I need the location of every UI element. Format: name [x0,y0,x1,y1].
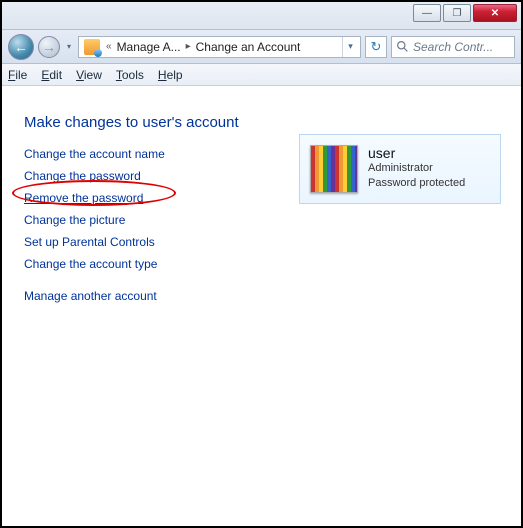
address-bar[interactable]: « Manage A... ▸ Change an Account ▾ [78,36,361,58]
search-icon [396,40,409,53]
menu-tools[interactable]: Tools [116,68,144,82]
refresh-button[interactable]: ↻ [365,36,387,58]
breadcrumb-sep: ▸ [183,41,194,52]
breadcrumb-segment-2[interactable]: Change an Account [194,40,303,54]
nav-history-dropdown[interactable]: ▾ [64,38,74,56]
navigation-bar: ← → ▾ « Manage A... ▸ Change an Account … [2,30,521,64]
account-column: user Administrator Password protected [299,114,505,311]
window-titlebar: — ❐ ✕ [2,2,521,30]
content-area: Make changes to user's account Change th… [2,86,521,327]
minimize-button[interactable]: — [413,4,441,22]
search-input[interactable]: Search Contr... [391,36,515,58]
page-title: Make changes to user's account [24,114,299,131]
account-name: user [368,145,465,161]
link-change-account-type[interactable]: Change the account type [24,257,299,271]
address-dropdown[interactable]: ▾ [342,37,358,57]
close-button[interactable]: ✕ [473,4,517,22]
menu-help[interactable]: Help [158,68,183,82]
breadcrumb-sep: « [103,41,115,52]
maximize-button[interactable]: ❐ [443,4,471,22]
account-tile[interactable]: user Administrator Password protected [299,134,501,204]
link-parental-controls[interactable]: Set up Parental Controls [24,235,299,249]
link-change-picture[interactable]: Change the picture [24,213,299,227]
menu-view[interactable]: View [76,68,102,82]
link-manage-another-account[interactable]: Manage another account [24,289,299,303]
control-panel-icon [84,39,100,55]
link-remove-password[interactable]: Remove the password [24,191,299,205]
menu-file[interactable]: File [8,68,27,82]
back-button[interactable]: ← [8,34,34,60]
link-change-account-name[interactable]: Change the account name [24,147,299,161]
menu-bar: File Edit View Tools Help [2,64,521,86]
account-info: user Administrator Password protected [368,145,465,191]
search-placeholder: Search Contr... [413,40,493,54]
link-change-password[interactable]: Change the password [24,169,299,183]
actions-list: Change the account name Change the passw… [24,147,299,303]
actions-column: Make changes to user's account Change th… [24,114,299,311]
menu-edit[interactable]: Edit [41,68,62,82]
forward-button[interactable]: → [38,36,60,58]
account-avatar [310,145,358,193]
breadcrumb-segment-1[interactable]: Manage A... [115,40,183,54]
account-protection: Password protected [368,176,465,191]
account-role: Administrator [368,161,465,176]
